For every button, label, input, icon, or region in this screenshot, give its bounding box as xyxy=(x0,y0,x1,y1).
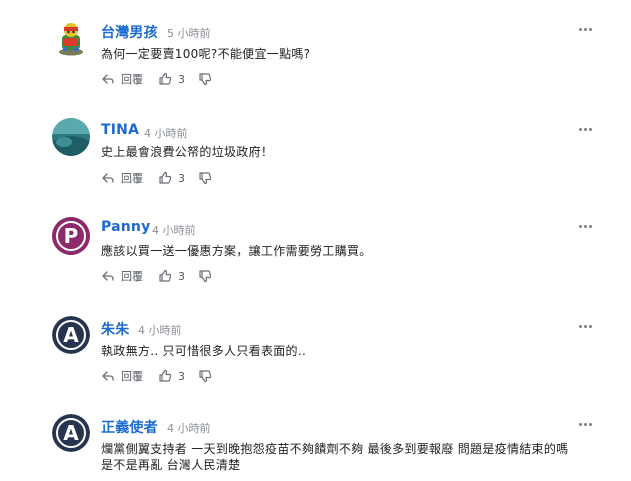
letter-avatar-icon: A xyxy=(52,414,90,452)
more-options-icon[interactable] xyxy=(579,128,593,132)
comment-text: 應該以買一送一優惠方案，讓工作需要勞工購買。 xyxy=(101,244,372,258)
dislike-button[interactable] xyxy=(198,71,212,87)
dislike-button[interactable] xyxy=(198,368,212,384)
reply-arrow-icon xyxy=(102,74,114,84)
comment-timestamp: 4 小時前 xyxy=(144,127,188,140)
reply-button[interactable]: 回覆 xyxy=(101,170,143,186)
like-button[interactable]: 3 xyxy=(158,71,185,87)
avatar[interactable] xyxy=(52,19,90,57)
letter-avatar-icon: P xyxy=(52,217,90,255)
like-count: 3 xyxy=(178,72,185,86)
reply-arrow-icon xyxy=(102,371,114,381)
avatar[interactable] xyxy=(52,118,90,156)
reply-label: 回覆 xyxy=(121,172,143,185)
avatar-letter: A xyxy=(63,421,79,445)
more-options-icon[interactable] xyxy=(579,325,593,329)
reply-button[interactable]: 回覆 xyxy=(101,368,143,384)
reply-label: 回覆 xyxy=(121,73,143,86)
comment-text-line: 是不是再亂 台灣人民清楚 xyxy=(101,458,241,472)
comment-timestamp: 4 小時前 xyxy=(167,422,211,435)
more-options-icon[interactable] xyxy=(579,28,593,32)
avatar-letter: A xyxy=(63,323,79,347)
more-options-icon[interactable] xyxy=(579,225,593,229)
comment-author[interactable]: 正義使者 xyxy=(101,417,158,437)
avatar[interactable]: A xyxy=(52,316,90,354)
comment-text: 為何一定要賣100呢?不能便宜一點嗎? xyxy=(101,47,311,61)
comment-feed: 台灣男孩 5 小時前 為何一定要賣100呢?不能便宜一點嗎? 回覆 3 TINA… xyxy=(0,0,631,481)
comment-author[interactable]: 朱朱 xyxy=(101,319,129,339)
comment-timestamp: 4 小時前 xyxy=(152,224,196,237)
comment-item: 台灣男孩 5 小時前 為何一定要賣100呢?不能便宜一點嗎? 回覆 3 xyxy=(0,0,631,98)
reply-label: 回覆 xyxy=(121,270,143,283)
comment-author[interactable]: TINA xyxy=(101,122,139,138)
like-button[interactable]: 3 xyxy=(158,170,185,186)
avatar-letter: P xyxy=(64,224,79,248)
reply-button[interactable]: 回覆 xyxy=(101,268,143,284)
thumbs-down-icon xyxy=(199,172,212,185)
photo-avatar-icon xyxy=(52,118,90,156)
comment-item: A 朱朱 4 小時前 執政無方.. 只可惜很多人只看表面的.. 回覆 3 xyxy=(0,296,631,395)
comment-text: 執政無方.. 只可惜很多人只看表面的.. xyxy=(101,344,307,358)
like-count: 3 xyxy=(178,369,185,383)
comment-author[interactable]: 台灣男孩 xyxy=(101,22,158,42)
dislike-button[interactable] xyxy=(198,170,212,186)
toy-avatar-icon xyxy=(59,23,83,56)
avatar[interactable]: A xyxy=(52,414,90,452)
comment-item: A 正義使者 4 小時前 爛黨側翼支持者 一天到晚抱怨疫苗不夠饋劑不夠 最後多到… xyxy=(0,395,631,481)
thumbs-down-icon xyxy=(199,73,212,86)
thumbs-down-icon xyxy=(199,270,212,283)
thumbs-up-icon xyxy=(159,171,172,184)
comment-text: 爛黨側翼支持者 一天到晚抱怨疫苗不夠饋劑不夠 最後多到要報廢 問題是疫情結束的嗎… xyxy=(101,441,601,473)
reply-arrow-icon xyxy=(102,271,114,281)
avatar[interactable]: P xyxy=(52,217,90,255)
thumbs-up-icon xyxy=(159,369,172,382)
thumbs-up-icon xyxy=(159,72,172,85)
like-count: 3 xyxy=(178,171,185,185)
like-button[interactable]: 3 xyxy=(158,368,185,384)
letter-avatar-icon: A xyxy=(52,316,90,354)
comment-timestamp: 4 小時前 xyxy=(138,324,182,337)
comment-item: P Panny 4 小時前 應該以買一送一優惠方案，讓工作需要勞工購買。 回覆 … xyxy=(0,197,631,296)
like-button[interactable]: 3 xyxy=(158,268,185,284)
reply-label: 回覆 xyxy=(121,370,143,383)
more-options-icon[interactable] xyxy=(579,423,593,427)
reply-button[interactable]: 回覆 xyxy=(101,71,143,87)
comment-timestamp: 5 小時前 xyxy=(167,27,211,40)
thumbs-up-icon xyxy=(159,269,172,282)
comment-text: 史上最會浪費公帑的垃圾政府！ xyxy=(101,145,274,159)
dislike-button[interactable] xyxy=(198,268,212,284)
comment-text-line: 爛黨側翼支持者 一天到晚抱怨疫苗不夠饋劑不夠 最後多到要報廢 問題是疫情結束的嗎 xyxy=(101,442,569,456)
like-count: 3 xyxy=(178,269,185,283)
comment-author[interactable]: Panny xyxy=(101,219,150,235)
comment-item: TINA 4 小時前 史上最會浪費公帑的垃圾政府！ 回覆 3 xyxy=(0,98,631,197)
thumbs-down-icon xyxy=(199,370,212,383)
reply-arrow-icon xyxy=(102,173,114,183)
